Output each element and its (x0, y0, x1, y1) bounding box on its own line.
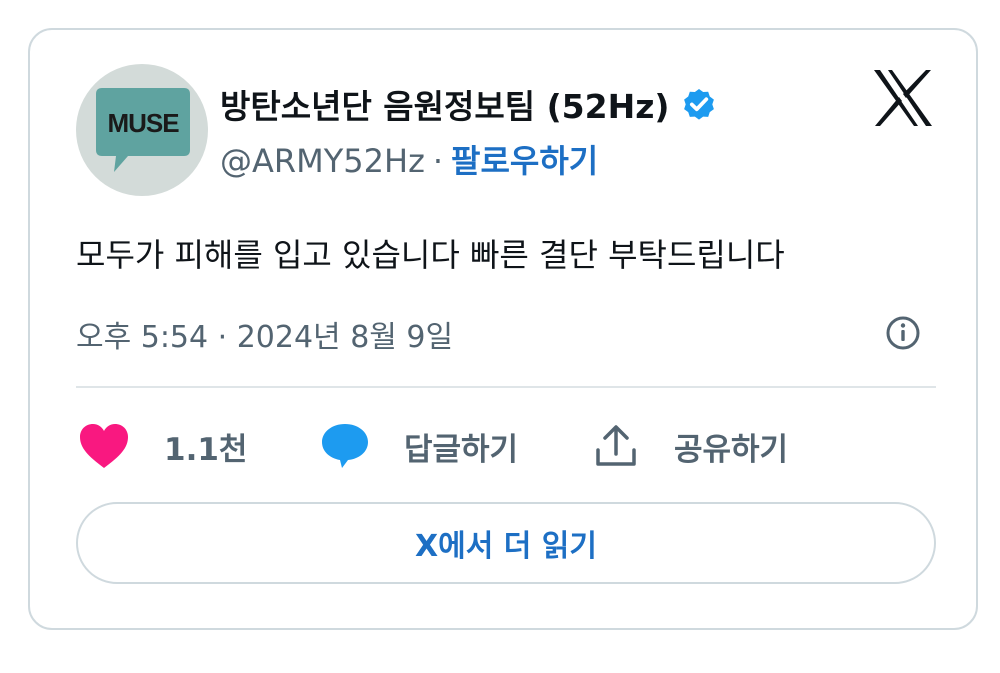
follow-link[interactable]: 팔로우하기 (451, 142, 598, 180)
like-button[interactable]: 1.1천 (78, 418, 247, 474)
handle-row: @ARMY52Hz · 팔로우하기 (220, 136, 598, 182)
avatar-speech-bubble-icon: MUSE (96, 88, 190, 172)
tweet-timestamp[interactable]: 오후 5:54 · 2024년 8월 9일 (76, 312, 453, 356)
share-label: 공유하기 (674, 431, 789, 468)
info-icon[interactable] (885, 315, 921, 351)
author-display-name[interactable]: 방탄소년단 음원정보팀 (52Hz) (220, 80, 718, 128)
x-logo-icon[interactable] (872, 68, 934, 128)
divider (76, 386, 936, 388)
share-button[interactable]: 공유하기 (592, 418, 788, 474)
verified-badge-icon (683, 88, 714, 120)
reply-label: 답글하기 (404, 431, 519, 468)
author-handle[interactable]: @ARMY52Hz (220, 142, 425, 180)
read-more-on-x-button[interactable]: X에서 더 읽기 (76, 502, 936, 584)
reply-button[interactable]: 답글하기 (320, 418, 518, 474)
tweet-text: 모두가 피해를 입고 있습니다 빠른 결단 부탁드립니다 (76, 236, 785, 274)
speech-bubble-icon (322, 424, 368, 468)
display-name-text: 방탄소년단 음원정보팀 (52Hz) (220, 87, 670, 126)
tweet-embed-card: MUSE 방탄소년단 음원정보팀 (52Hz) @ARMY52Hz · 팔로우하기 … (28, 28, 978, 630)
read-more-label: X에서 더 읽기 (414, 529, 598, 564)
share-upload-icon (596, 425, 636, 466)
heart-icon (80, 424, 128, 468)
avatar[interactable]: MUSE (76, 64, 208, 196)
like-count: 1.1천 (164, 431, 248, 468)
separator-dot: · (432, 142, 444, 180)
avatar-text: MUSE (107, 108, 179, 138)
